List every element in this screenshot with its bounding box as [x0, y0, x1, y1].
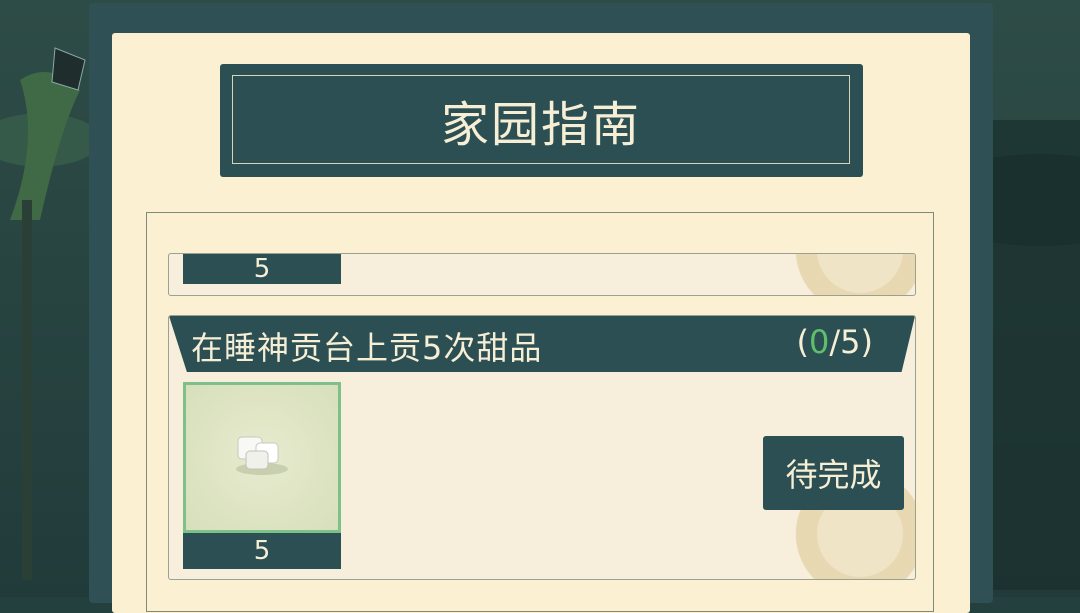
- task-title: 在睡神贡台上贡5次甜品: [191, 329, 543, 367]
- card-decoration: [785, 254, 915, 295]
- reward-count: 5: [253, 254, 271, 284]
- progress-total: /5): [829, 323, 873, 361]
- task-card: 在睡神贡台上贡5次甜品 (0/5) 5 待完成: [168, 315, 916, 580]
- title-frame: 家园指南: [232, 75, 850, 164]
- reward-count: 5: [253, 536, 271, 566]
- task-progress: (0/5): [797, 323, 873, 361]
- pending-status-button[interactable]: 待完成: [763, 436, 904, 510]
- reward-count-bar: 5: [183, 533, 341, 569]
- dialog-title: 家园指南: [440, 96, 641, 153]
- sugar-cube-icon: [236, 436, 288, 475]
- background-tree-icon: [10, 47, 86, 580]
- reward-count-bar: 5: [183, 254, 341, 284]
- progress-open: (: [796, 323, 810, 361]
- progress-current: 0: [809, 323, 830, 361]
- task-list[interactable]: 5 在睡神贡台上贡5次甜品 (0/5) 5 待完成: [146, 212, 934, 612]
- background-shadow-icon: [990, 120, 1080, 590]
- reward-item-slot[interactable]: [183, 382, 341, 533]
- status-label: 待完成: [785, 456, 882, 494]
- task-card: 5: [168, 253, 916, 296]
